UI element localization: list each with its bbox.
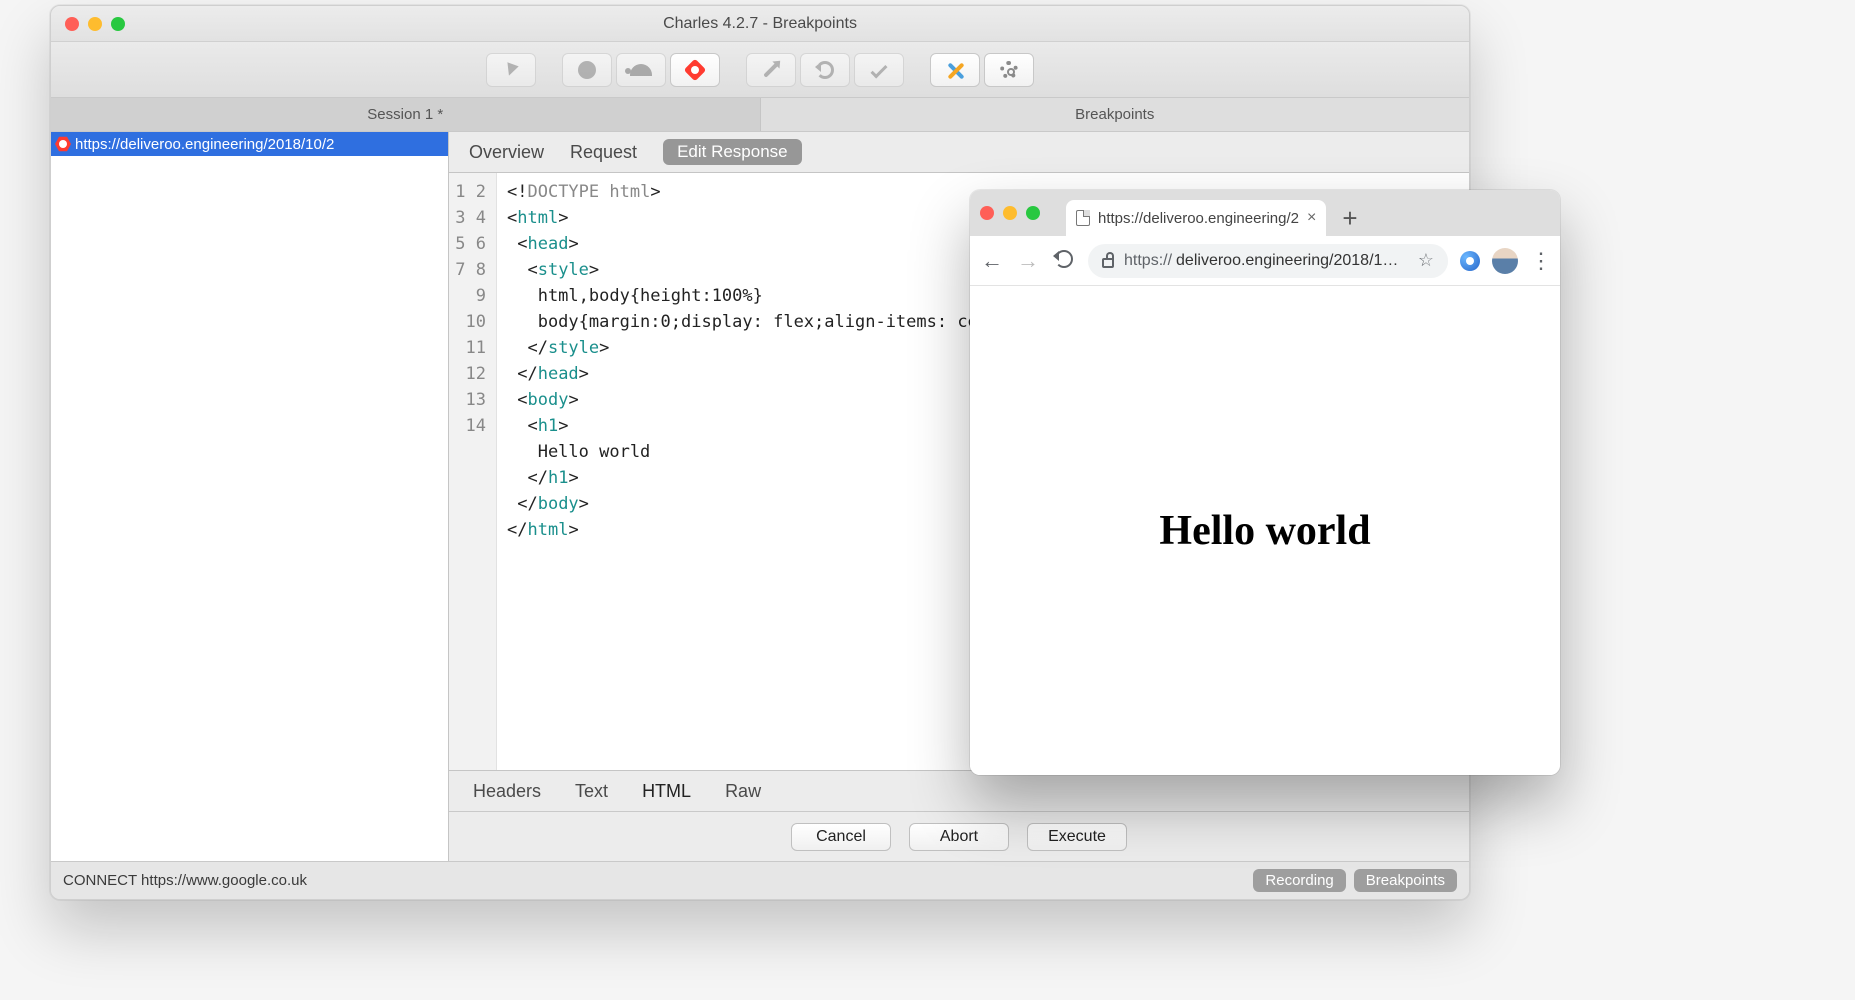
status-recording-pill[interactable]: Recording (1253, 869, 1345, 892)
view-tab-raw[interactable]: Raw (725, 781, 761, 802)
status-left-text: CONNECT https://www.google.co.uk (63, 872, 307, 889)
tools-icon (946, 61, 964, 79)
forward-button[interactable]: → (1016, 248, 1040, 274)
breakpoint-icon (684, 58, 707, 81)
window-close-button[interactable] (65, 17, 79, 31)
response-tabs: Overview Request Edit Response (449, 132, 1469, 172)
view-tab-html[interactable]: HTML (642, 781, 691, 802)
address-bar[interactable]: https://deliveroo.engineering/2018/1… ☆ (1088, 244, 1448, 278)
gear-icon (1000, 61, 1018, 79)
charles-toolbar (51, 42, 1469, 98)
session-url: https://deliveroo.engineering/2018/10/2 (75, 136, 334, 153)
chrome-traffic-lights (980, 206, 1040, 220)
chrome-minimize-button[interactable] (1003, 206, 1017, 220)
reload-button[interactable] (1052, 248, 1076, 274)
status-bar: CONNECT https://www.google.co.uk Recordi… (51, 861, 1469, 899)
chrome-close-button[interactable] (980, 206, 994, 220)
cursor-icon (503, 62, 518, 77)
cursor-tool-button[interactable] (486, 53, 536, 87)
status-breakpoints-pill[interactable]: Breakpoints (1354, 869, 1457, 892)
chrome-tab-bar: https://deliveroo.engineering/2 × + (970, 190, 1560, 236)
record-button[interactable] (562, 53, 612, 87)
session-column-header[interactable]: Session 1 * (51, 98, 760, 131)
validate-button[interactable] (854, 53, 904, 87)
breakpoints-button[interactable] (670, 53, 720, 87)
turtle-icon (630, 64, 652, 76)
record-icon (578, 61, 596, 79)
compose-button[interactable] (746, 53, 796, 87)
window-minimize-button[interactable] (88, 17, 102, 31)
back-button[interactable]: ← (980, 248, 1004, 274)
page-heading: Hello world (1159, 507, 1370, 555)
session-list-item[interactable]: https://deliveroo.engineering/2018/10/2 (51, 132, 448, 156)
url-rest: deliveroo.engineering/2018/1… (1176, 252, 1398, 270)
breakpoints-column-header[interactable]: Breakpoints (760, 98, 1470, 131)
tab-close-icon[interactable]: × (1307, 209, 1316, 227)
reload-icon (1055, 250, 1073, 268)
body-view-tabs: Headers Text HTML Raw (449, 771, 1469, 811)
tab-edit-response[interactable]: Edit Response (663, 139, 802, 165)
chrome-toolbar: ← → https://deliveroo.engineering/2018/1… (970, 236, 1560, 286)
window-title: Charles 4.2.7 - Breakpoints (51, 15, 1469, 33)
chrome-tab[interactable]: https://deliveroo.engineering/2 × (1066, 200, 1326, 236)
profile-avatar[interactable] (1492, 248, 1518, 274)
page-content: Hello world (970, 286, 1560, 775)
traffic-lights (65, 17, 125, 31)
view-tab-text[interactable]: Text (575, 781, 608, 802)
check-icon (871, 61, 888, 78)
url-scheme: https:// (1124, 252, 1172, 270)
page-icon (1076, 210, 1090, 226)
chrome-tab-title: https://deliveroo.engineering/2 (1098, 210, 1299, 227)
settings-button[interactable] (984, 53, 1034, 87)
chrome-zoom-button[interactable] (1026, 206, 1040, 220)
line-number-gutter: 1 2 3 4 5 6 7 8 9 10 11 12 13 14 (449, 173, 497, 770)
cancel-button[interactable]: Cancel (791, 823, 891, 851)
tab-request[interactable]: Request (570, 142, 637, 163)
execute-button[interactable]: Execute (1027, 823, 1127, 851)
pencil-icon (763, 62, 779, 78)
view-tab-headers[interactable]: Headers (473, 781, 541, 802)
tab-overview[interactable]: Overview (469, 142, 544, 163)
refresh-icon (816, 61, 834, 79)
breakpoint-hit-icon (55, 136, 71, 152)
chrome-window: https://deliveroo.engineering/2 × + ← → … (970, 190, 1560, 775)
throttle-button[interactable] (616, 53, 666, 87)
action-buttons: Cancel Abort Execute (449, 811, 1469, 861)
abort-button[interactable]: Abort (909, 823, 1009, 851)
window-zoom-button[interactable] (111, 17, 125, 31)
lock-icon (1102, 258, 1114, 268)
chrome-menu-button[interactable]: ⋮ (1530, 248, 1550, 274)
session-sidebar: https://deliveroo.engineering/2018/10/2 (51, 132, 449, 861)
tools-button[interactable] (930, 53, 980, 87)
new-tab-button[interactable]: + (1336, 200, 1363, 236)
extension-icon[interactable] (1460, 251, 1480, 271)
repeat-button[interactable] (800, 53, 850, 87)
column-headers: Session 1 * Breakpoints (51, 98, 1469, 132)
charles-titlebar: Charles 4.2.7 - Breakpoints (51, 6, 1469, 42)
